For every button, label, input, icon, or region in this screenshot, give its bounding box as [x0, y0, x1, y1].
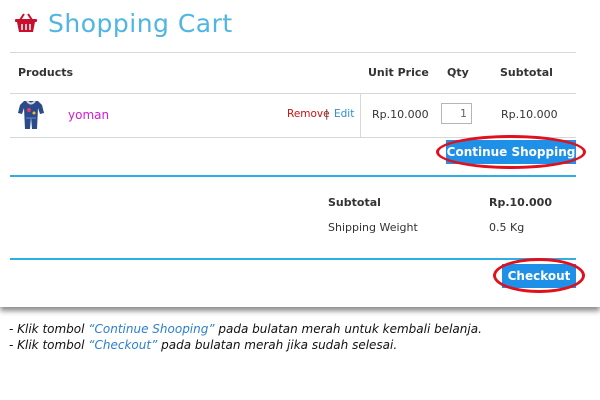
remove-link[interactable]: Remove: [287, 108, 330, 120]
divider: [10, 137, 576, 138]
edit-link[interactable]: Edit: [334, 108, 354, 120]
divider: [10, 93, 576, 94]
instruction-line: - Klik tombol “Checkout” pada bulatan me…: [9, 338, 397, 352]
section-divider: [10, 175, 576, 177]
col-header-subtotal: Subtotal: [500, 66, 553, 79]
instruction-line: - Klik tombol “Continue Shooping” pada b…: [9, 322, 482, 336]
basket-icon: [15, 13, 37, 32]
shipping-weight-value: 0.5 Kg: [489, 221, 525, 234]
product-thumbnail[interactable]: [16, 99, 46, 131]
row-subtotal: Rp.10.000: [501, 108, 558, 121]
link-separator: |: [325, 108, 329, 120]
col-header-unit-price: Unit Price: [368, 66, 429, 79]
column-divider: [360, 93, 361, 137]
instruction-suffix: pada bulatan merah jika sudah selesai.: [157, 338, 398, 352]
instruction-highlight: “Continue Shooping”: [88, 322, 215, 336]
instruction-prefix: - Klik tombol: [9, 338, 89, 352]
cart-header: Shopping Cart: [14, 6, 233, 40]
instruction-prefix: - Klik tombol: [9, 322, 89, 336]
shipping-weight-label: Shipping Weight: [328, 221, 418, 234]
col-header-products: Products: [18, 66, 74, 79]
instruction-highlight: “Checkout”: [88, 338, 158, 352]
section-divider: [10, 258, 576, 260]
cart-panel: Shopping Cart Products Unit Price Qty Su…: [0, 0, 600, 307]
col-header-qty: Qty: [447, 66, 469, 79]
quantity-input[interactable]: 1: [441, 103, 472, 124]
divider: [10, 52, 576, 53]
summary-subtotal-value: Rp.10.000: [489, 196, 552, 209]
summary-subtotal-label: Subtotal: [328, 196, 381, 209]
instruction-suffix: pada bulatan merah untuk kembali belanja…: [214, 322, 482, 336]
checkout-button[interactable]: Checkout: [502, 264, 576, 288]
unit-price: Rp.10.000: [372, 108, 429, 121]
continue-shopping-button[interactable]: Continue Shopping: [446, 140, 576, 164]
product-name[interactable]: yoman: [68, 108, 109, 122]
page-title: Shopping Cart: [48, 8, 233, 38]
